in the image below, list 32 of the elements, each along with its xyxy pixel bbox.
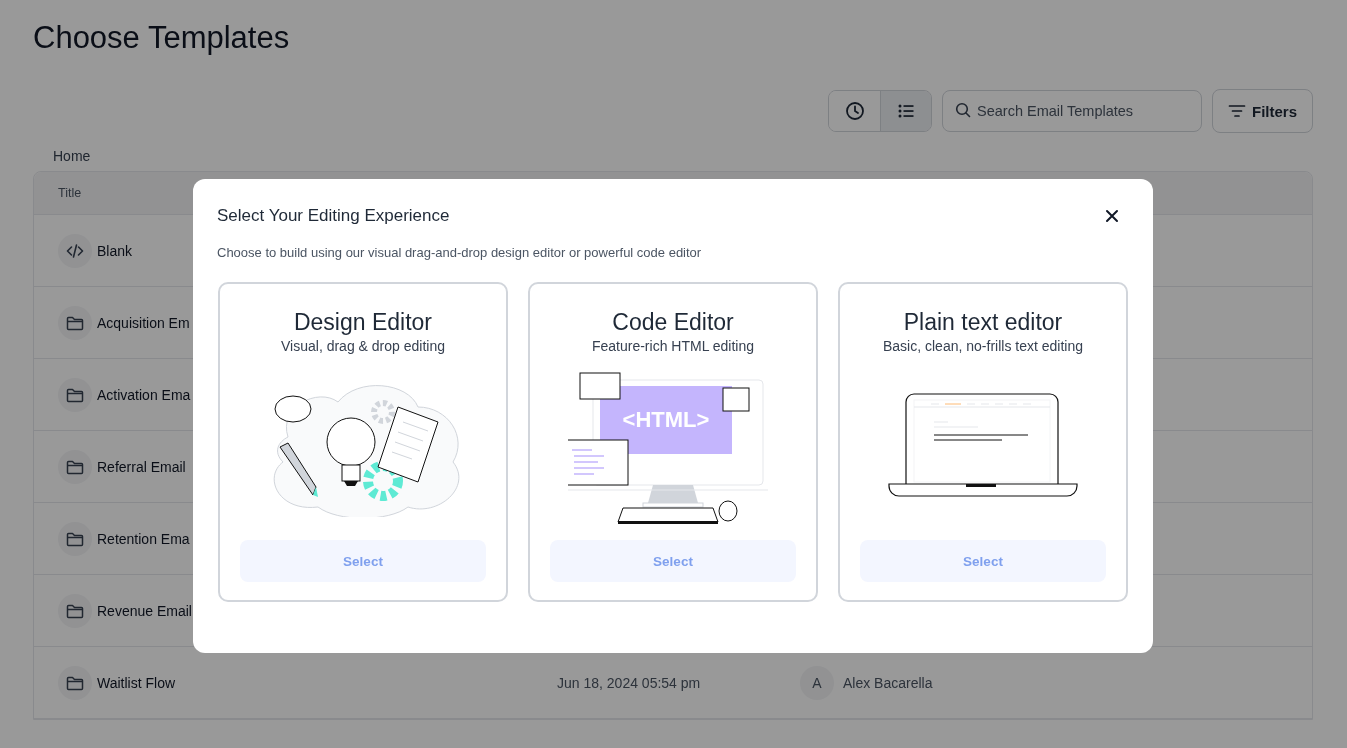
folder-icon — [58, 305, 92, 340]
editor-title: Code Editor — [612, 308, 734, 336]
editor-title: Design Editor — [293, 308, 433, 336]
close-icon — [1105, 209, 1119, 223]
breadcrumb[interactable]: Home — [53, 148, 91, 164]
editor-description: Feature-rich HTML editing — [591, 338, 755, 354]
filter-icon — [1228, 103, 1246, 119]
filters-button[interactable]: Filters — [1212, 89, 1313, 133]
code-icon — [58, 233, 92, 268]
dialog-title: Select Your Editing Experience — [217, 206, 450, 226]
editor-card[interactable]: Code Editor Feature-rich HTML editing <HTML> Select — [528, 282, 818, 602]
folder-icon — [58, 665, 92, 700]
search-field[interactable]: Search Email Templates — [942, 90, 1202, 132]
author-name: Alex Bacarella — [843, 674, 933, 691]
list-view-button[interactable] — [880, 91, 931, 131]
folder-icon — [58, 377, 92, 412]
editor-title: Plain text editor — [903, 308, 1063, 336]
folder-icon — [58, 593, 92, 628]
date-cell-text: Jun 18, 2024 05:54 pm — [557, 674, 702, 691]
avatar: A — [800, 665, 834, 700]
page-title: Choose Templates — [33, 20, 291, 56]
editor-card[interactable]: Design Editor Visual, drag & drop editing Select — [218, 282, 508, 602]
clock-icon — [844, 101, 865, 121]
editor-description: Visual, drag & drop editing — [281, 338, 445, 354]
screen-label: <HTML> — [622, 406, 710, 432]
dialog-subtitle: Choose to build using our visual drag-and-drop design editor or powerful code editor — [217, 245, 702, 260]
folder-icon — [58, 449, 92, 484]
editor-description: Basic, clean, no-frills text editing — [883, 338, 1083, 354]
template-title[interactable]: Waitlist Flow — [97, 674, 557, 691]
editor-card[interactable]: Plain text editor Basic, clean, no-frills text editing Select — [838, 282, 1128, 602]
folder-icon — [58, 521, 92, 556]
column-header: Title — [58, 186, 82, 200]
